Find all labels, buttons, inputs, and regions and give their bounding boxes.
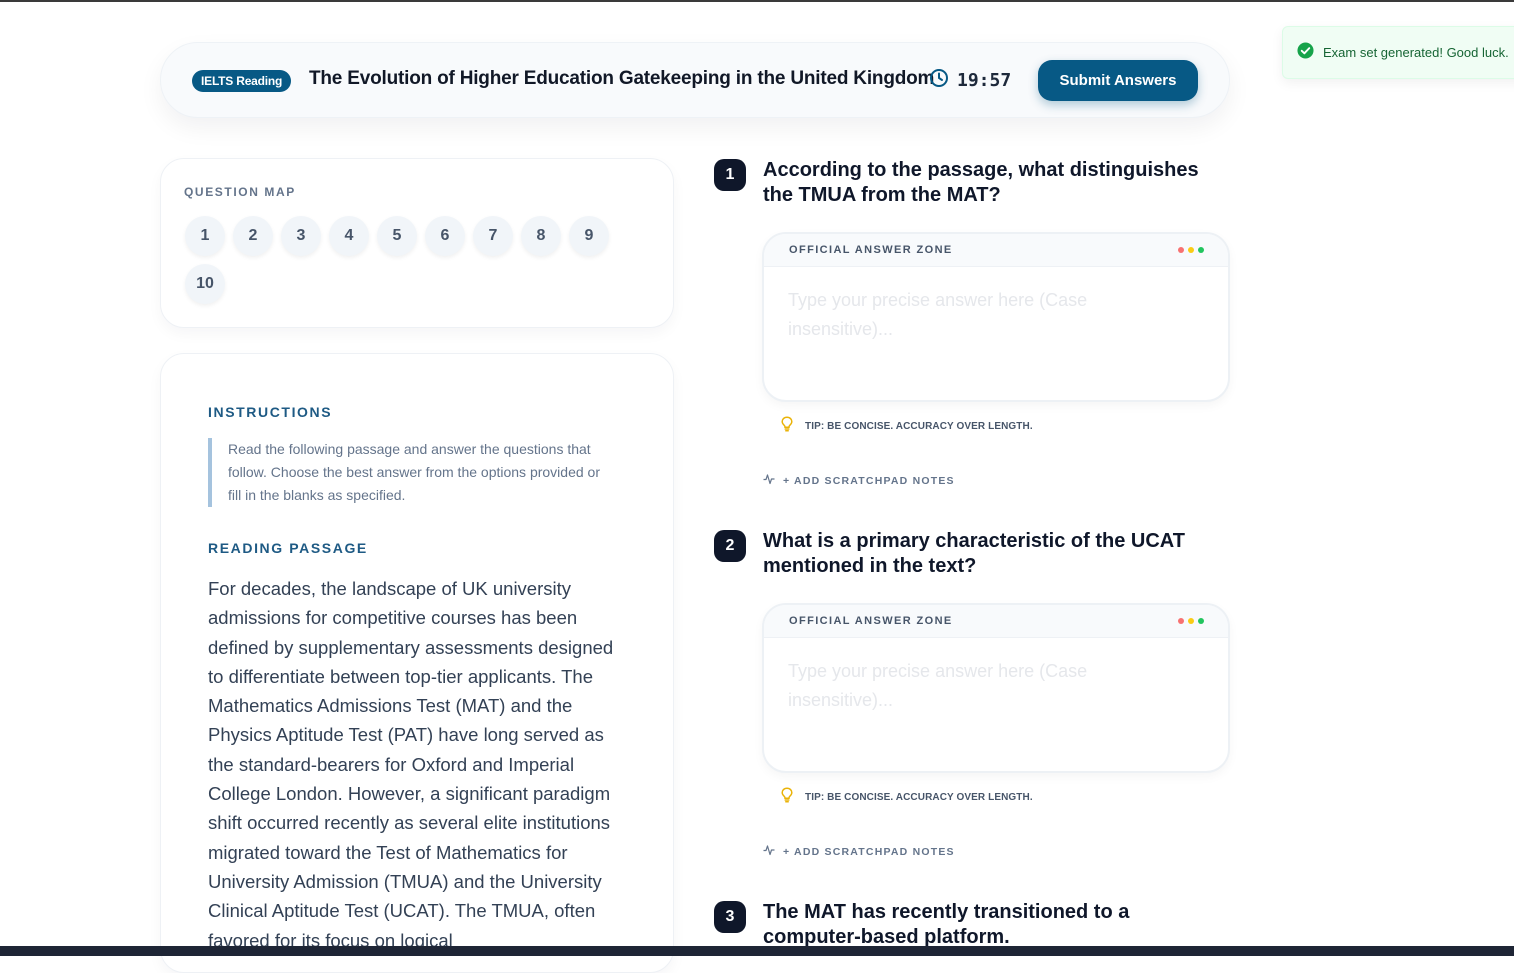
question-map-item[interactable]: 3 bbox=[281, 216, 321, 256]
question-number-badge: 1 bbox=[714, 159, 746, 191]
question-number-badge: 2 bbox=[714, 530, 746, 562]
answer-zone-header: OFFICIAL ANSWER ZONE bbox=[764, 605, 1228, 638]
question-map-item[interactable]: 7 bbox=[473, 216, 513, 256]
reading-passage-text: For decades, the landscape of UK univers… bbox=[208, 578, 614, 951]
toast-message: Exam set generated! Good luck. bbox=[1323, 45, 1509, 60]
exam-type-badge: IELTS Reading bbox=[192, 70, 292, 92]
green-dot-icon bbox=[1198, 618, 1204, 624]
question-map-item[interactable]: 5 bbox=[377, 216, 417, 256]
add-scratchpad-notes-button[interactable]: + ADD SCRATCHPAD NOTES bbox=[763, 472, 955, 490]
passage-panel: INSTRUCTIONS Read the following passage … bbox=[160, 353, 674, 973]
red-dot-icon bbox=[1178, 618, 1184, 624]
red-dot-icon bbox=[1178, 247, 1184, 253]
status-dots bbox=[1178, 618, 1204, 624]
instructions-heading: INSTRUCTIONS bbox=[208, 404, 333, 420]
clock-icon bbox=[929, 68, 949, 93]
question-map-item[interactable]: 4 bbox=[329, 216, 369, 256]
tip-text: TIP: BE CONCISE. ACCURACY OVER LENGTH. bbox=[805, 421, 1033, 432]
activity-icon bbox=[763, 472, 775, 490]
question-map: QUESTION MAP 1 2 3 4 5 6 7 8 9 10 bbox=[160, 158, 674, 328]
activity-icon bbox=[763, 843, 775, 861]
green-dot-icon bbox=[1198, 247, 1204, 253]
tip-text: TIP: BE CONCISE. ACCURACY OVER LENGTH. bbox=[805, 792, 1033, 803]
scratchpad-label: + ADD SCRATCHPAD NOTES bbox=[783, 846, 955, 858]
yellow-dot-icon bbox=[1188, 247, 1194, 253]
answer-zone-header: OFFICIAL ANSWER ZONE bbox=[764, 234, 1228, 267]
question-text: The MAT has recently transitioned to a c… bbox=[763, 901, 1130, 948]
scratchpad-label: + ADD SCRATCHPAD NOTES bbox=[783, 475, 955, 487]
timer-value: 19:57 bbox=[957, 70, 1012, 91]
lightbulb-icon bbox=[780, 416, 794, 437]
question-map-item[interactable]: 8 bbox=[521, 216, 561, 256]
submit-answers-button[interactable]: Submit Answers bbox=[1038, 60, 1198, 101]
answer-zone-label: OFFICIAL ANSWER ZONE bbox=[789, 615, 953, 627]
add-scratchpad-notes-button[interactable]: + ADD SCRATCHPAD NOTES bbox=[763, 843, 955, 861]
answer-input[interactable] bbox=[788, 286, 1188, 386]
reading-passage-heading: READING PASSAGE bbox=[208, 540, 368, 556]
question-number-badge: 3 bbox=[714, 901, 746, 933]
question-map-item[interactable]: 10 bbox=[185, 264, 225, 304]
question-map-item[interactable]: 9 bbox=[569, 216, 609, 256]
question-map-item[interactable]: 1 bbox=[185, 216, 225, 256]
answer-zone-label: OFFICIAL ANSWER ZONE bbox=[789, 244, 953, 256]
window-top-border bbox=[0, 0, 1514, 2]
question-map-grid: 1 2 3 4 5 6 7 8 9 10 bbox=[185, 216, 625, 304]
question-text: What is a primary characteristic of the … bbox=[763, 530, 1185, 577]
yellow-dot-icon bbox=[1188, 618, 1194, 624]
answer-zone: OFFICIAL ANSWER ZONE bbox=[762, 603, 1230, 773]
os-taskbar bbox=[0, 946, 1514, 956]
success-toast: Exam set generated! Good luck. bbox=[1282, 26, 1514, 79]
answer-tip: TIP: BE CONCISE. ACCURACY OVER LENGTH. bbox=[780, 416, 1033, 437]
check-circle-icon bbox=[1297, 41, 1314, 64]
timer: 19:57 bbox=[929, 68, 1011, 93]
question-map-item[interactable]: 2 bbox=[233, 216, 273, 256]
instructions-text: Read the following passage and answer th… bbox=[208, 438, 608, 507]
question-text: According to the passage, what distingui… bbox=[763, 159, 1199, 206]
exam-title: The Evolution of Higher Education Gateke… bbox=[309, 68, 935, 89]
answer-input[interactable] bbox=[788, 657, 1188, 757]
answer-tip: TIP: BE CONCISE. ACCURACY OVER LENGTH. bbox=[780, 787, 1033, 808]
question-map-item[interactable]: 6 bbox=[425, 216, 465, 256]
exam-header: IELTS Reading The Evolution of Higher Ed… bbox=[160, 42, 1230, 118]
status-dots bbox=[1178, 247, 1204, 253]
answer-zone: OFFICIAL ANSWER ZONE bbox=[762, 232, 1230, 402]
lightbulb-icon bbox=[780, 787, 794, 808]
question-map-label: QUESTION MAP bbox=[184, 185, 296, 199]
